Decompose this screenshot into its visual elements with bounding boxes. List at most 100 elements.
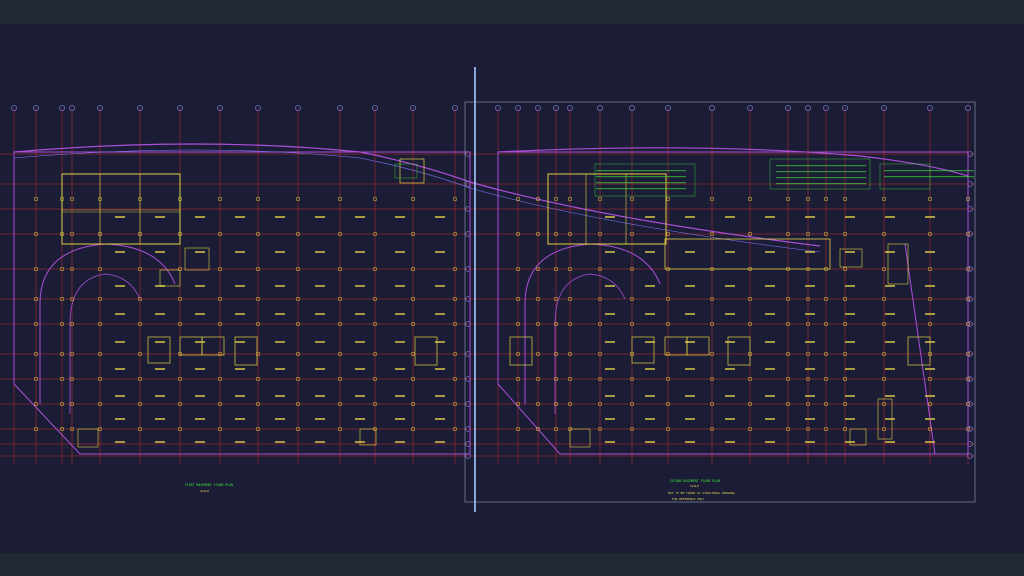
room-label-mark [685, 251, 695, 253]
room-label-mark [685, 418, 695, 420]
room-label-mark [435, 441, 445, 443]
room-label-mark [765, 216, 775, 218]
room-label-mark [765, 368, 775, 370]
room-label-mark [315, 368, 325, 370]
room-label-mark [805, 341, 815, 343]
room-label-mark [645, 313, 655, 315]
room-label-mark [765, 395, 775, 397]
room-label-mark [355, 341, 365, 343]
right-sheet-title: SECOND BASEMENT FLOOR PLAN [670, 479, 720, 483]
room-label-mark [235, 368, 245, 370]
dimension-text-mark [596, 170, 686, 172]
room-label-mark [355, 313, 365, 315]
room-label-mark [685, 313, 695, 315]
room-label-mark [195, 441, 205, 443]
room-label-mark [395, 395, 405, 397]
room-label-mark [115, 285, 125, 287]
left-stair-1 [179, 336, 203, 356]
room-label-mark [645, 395, 655, 397]
dimension-text-mark [776, 177, 866, 179]
room-label-mark [115, 368, 125, 370]
right-angled-wall [904, 243, 936, 455]
room-label-mark [765, 285, 775, 287]
room-label-mark [925, 441, 935, 443]
room-label-mark [355, 441, 365, 443]
room-label-mark [395, 285, 405, 287]
room-label-mark [845, 216, 855, 218]
room-label-mark [395, 251, 405, 253]
room-label-mark [925, 368, 935, 370]
right-diagonal-wall [469, 181, 821, 247]
room-label-mark [275, 441, 285, 443]
room-label-mark [925, 285, 935, 287]
room-label-mark [685, 285, 695, 287]
room-label-mark [885, 441, 895, 443]
room-label-mark [155, 285, 165, 287]
room-label-mark [315, 285, 325, 287]
room-label-mark [315, 216, 325, 218]
room-label-mark [155, 441, 165, 443]
room-label-mark [885, 395, 895, 397]
room-label-mark [275, 418, 285, 420]
room-label-mark [195, 313, 205, 315]
room-label-mark [725, 418, 735, 420]
room-label-mark [805, 395, 815, 397]
room-label-mark [765, 313, 775, 315]
room-label-mark [115, 251, 125, 253]
room-label-mark [645, 216, 655, 218]
status-bar [0, 553, 1024, 576]
left-sheet-title: FIRST BASEMENT FLOOR PLAN [185, 483, 233, 487]
room-label-mark [355, 395, 365, 397]
room-label-mark [315, 341, 325, 343]
room-label-mark [845, 441, 855, 443]
room-label-mark [155, 251, 165, 253]
room-label-mark [685, 395, 695, 397]
top-toolbar [0, 0, 1024, 24]
room-label-mark [435, 395, 445, 397]
room-label-mark [235, 251, 245, 253]
room-label-mark [195, 216, 205, 218]
cad-drawing-canvas[interactable]: FIRST BASEMENT FLOOR PLAN SCALE SECOND B… [0, 24, 1024, 553]
room-label-mark [885, 313, 895, 315]
room-label-mark [355, 251, 365, 253]
room-label-mark [885, 341, 895, 343]
room-label-mark [805, 251, 815, 253]
room-label-mark [885, 251, 895, 253]
room-label-mark [315, 441, 325, 443]
room-label-mark [275, 368, 285, 370]
room-label-mark [765, 418, 775, 420]
left-sheet-scale: SCALE [200, 489, 209, 493]
room-label-mark [805, 285, 815, 287]
room-label-mark [195, 285, 205, 287]
room-label-mark [155, 418, 165, 420]
room-label-mark [885, 216, 895, 218]
dimension-text-mark [884, 170, 974, 172]
floor-plan-svg[interactable]: FIRST BASEMENT FLOOR PLAN SCALE SECOND B… [0, 24, 1024, 553]
right-sheet-border [464, 101, 976, 503]
left-lift-2 [414, 336, 438, 366]
left-ramp-arc-inner [69, 273, 141, 414]
room-label-mark [155, 368, 165, 370]
dimension-text-mark [596, 176, 686, 178]
right-note-1: NOT TO BE TAKEN AS STRUCTURAL DRAWING [668, 491, 735, 495]
room-label-mark [355, 418, 365, 420]
room-label-mark [725, 341, 735, 343]
room-label-mark [235, 285, 245, 287]
room-label-mark [605, 216, 615, 218]
room-label-mark [395, 341, 405, 343]
room-label-mark [115, 216, 125, 218]
room-label-mark [725, 441, 735, 443]
room-label-mark [235, 395, 245, 397]
room-label-mark [845, 285, 855, 287]
room-label-mark [765, 341, 775, 343]
dimension-text-mark [776, 165, 866, 167]
room-label-mark [395, 418, 405, 420]
room-label-mark [805, 418, 815, 420]
room-label-mark [275, 341, 285, 343]
right-stair-1 [664, 336, 688, 356]
room-label-mark [235, 313, 245, 315]
room-label-mark [115, 418, 125, 420]
room-label-mark [115, 313, 125, 315]
room-label-mark [725, 368, 735, 370]
room-label-mark [765, 441, 775, 443]
